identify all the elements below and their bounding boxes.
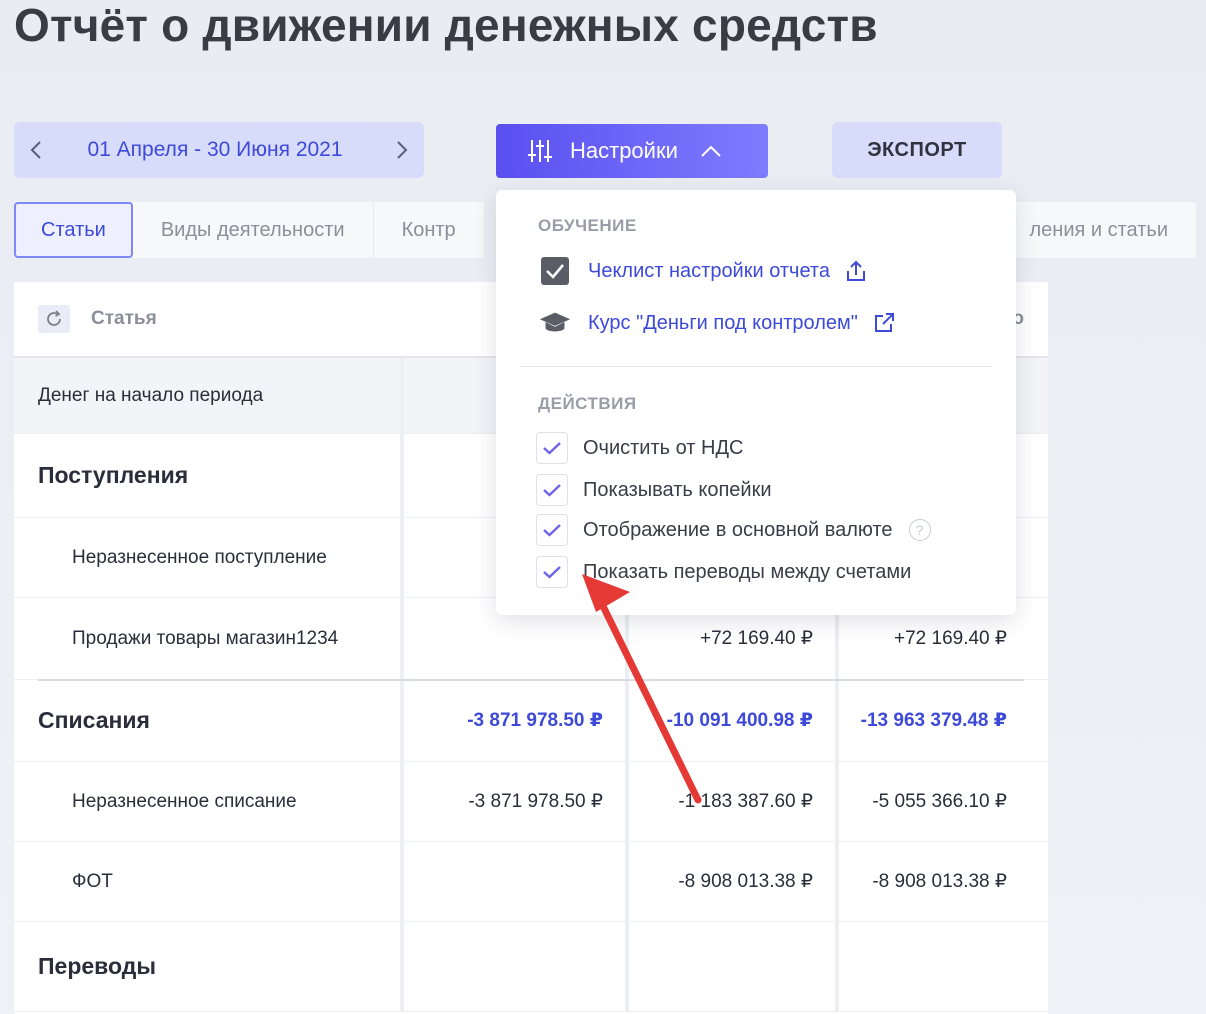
checklist-link[interactable]: Чеклист настройки отчета	[538, 254, 868, 288]
tab-counterparties[interactable]: Контр	[373, 202, 485, 258]
settings-button[interactable]: Настройки	[496, 124, 768, 178]
row-value: -8 908 013.38 ₽	[629, 842, 839, 921]
refresh-icon	[47, 310, 61, 326]
export-button[interactable]: ЭКСПОРТ	[832, 122, 1002, 178]
option-label: Отображение в основной валюте	[583, 518, 893, 541]
chevron-up-icon	[701, 145, 721, 157]
chevron-left-icon	[30, 141, 41, 159]
date-range-label[interactable]: 01 Апреля - 30 Июня 2021	[50, 138, 380, 162]
page-title: Отчёт о движении денежных средств	[14, 0, 878, 51]
row-value	[839, 922, 1029, 1011]
share-icon	[847, 260, 865, 281]
option-clear-vat[interactable]: Очистить от НДС	[536, 432, 743, 464]
row-label: ФОТ	[14, 842, 404, 921]
row-label: Неразнесенное списание	[14, 762, 404, 841]
tab-divisions-articles[interactable]: ления и статьи	[1001, 202, 1196, 258]
option-label: Показать переводы между счетами	[583, 560, 912, 583]
row-value: -10 091 400.98 ₽	[629, 680, 839, 761]
next-period-button[interactable]	[380, 122, 424, 178]
option-base-currency[interactable]: Отображение в основной валюте ?	[536, 514, 931, 546]
row-label: Денег на начало периода	[14, 358, 404, 433]
dropdown-divider	[520, 366, 992, 367]
help-icon[interactable]: ?	[908, 519, 931, 541]
settings-label: Настройки	[570, 138, 678, 163]
checkbox[interactable]	[536, 432, 568, 464]
row-value: -1 183 387.60 ₽	[629, 762, 839, 841]
graduation-cap-icon	[539, 312, 571, 332]
tab-activity-types[interactable]: Виды деятельности	[132, 202, 374, 258]
date-range-picker[interactable]: 01 Апреля - 30 Июня 2021	[14, 122, 424, 178]
section-title-learning: ОБУЧЕНИЕ	[538, 216, 637, 235]
table-row[interactable]: Переводы	[14, 922, 1048, 1012]
settings-dropdown: ОБУЧЕНИЕ Чеклист настройки отчета Курс "…	[496, 190, 1016, 615]
check-icon	[543, 442, 561, 455]
row-value: -3 871 978.50 ₽	[404, 762, 629, 841]
group-divider	[38, 679, 1024, 681]
table-row[interactable]: Списания -3 871 978.50 ₽ -10 091 400.98 …	[14, 679, 1048, 762]
row-label: Поступления	[14, 434, 404, 517]
section-title-actions: ДЕЙСТВИЯ	[538, 394, 637, 413]
checkbox[interactable]	[536, 514, 568, 546]
option-show-transfers[interactable]: Показать переводы между счетами	[536, 556, 911, 588]
column-header-article[interactable]: Статья	[91, 308, 157, 330]
row-label: Неразнесенное поступление	[14, 518, 404, 597]
row-value: -5 055 366.10 ₽	[872, 791, 1007, 812]
option-label: Очистить от НДС	[583, 436, 744, 459]
external-link-icon	[874, 313, 894, 332]
option-show-kopecks[interactable]: Показывать копейки	[536, 474, 772, 506]
sliders-icon	[528, 140, 552, 162]
row-value: -8 908 013.38 ₽	[872, 871, 1007, 892]
check-icon	[543, 484, 561, 497]
check-icon	[543, 566, 561, 579]
checked-box-icon	[541, 257, 569, 285]
course-label: Курс "Деньги под контролем"	[588, 311, 858, 334]
tab-articles[interactable]: Статьи	[14, 202, 133, 258]
row-label: Продажи товары магазин1234	[14, 598, 404, 679]
refresh-button[interactable]	[38, 305, 70, 333]
course-link[interactable]: Курс "Деньги под контролем"	[538, 306, 896, 340]
row-value: -13 963 379.48 ₽	[860, 710, 1007, 731]
row-value	[404, 842, 629, 921]
checklist-label: Чеклист настройки отчета	[588, 259, 830, 282]
row-value: -3 871 978.50 ₽	[404, 680, 629, 761]
chevron-right-icon	[397, 141, 408, 159]
row-value	[404, 922, 629, 1011]
row-label: Переводы	[14, 922, 404, 1011]
check-icon	[543, 524, 561, 537]
option-label: Показывать копейки	[583, 478, 772, 501]
table-row[interactable]: Неразнесенное списание -3 871 978.50 ₽ -…	[14, 762, 1048, 842]
table-row[interactable]: ФОТ -8 908 013.38 ₽ -8 908 013.38 ₽	[14, 842, 1048, 922]
checkbox[interactable]	[536, 556, 568, 588]
row-value	[629, 922, 839, 1011]
checkbox[interactable]	[536, 474, 568, 506]
row-label: Списания	[14, 680, 404, 761]
